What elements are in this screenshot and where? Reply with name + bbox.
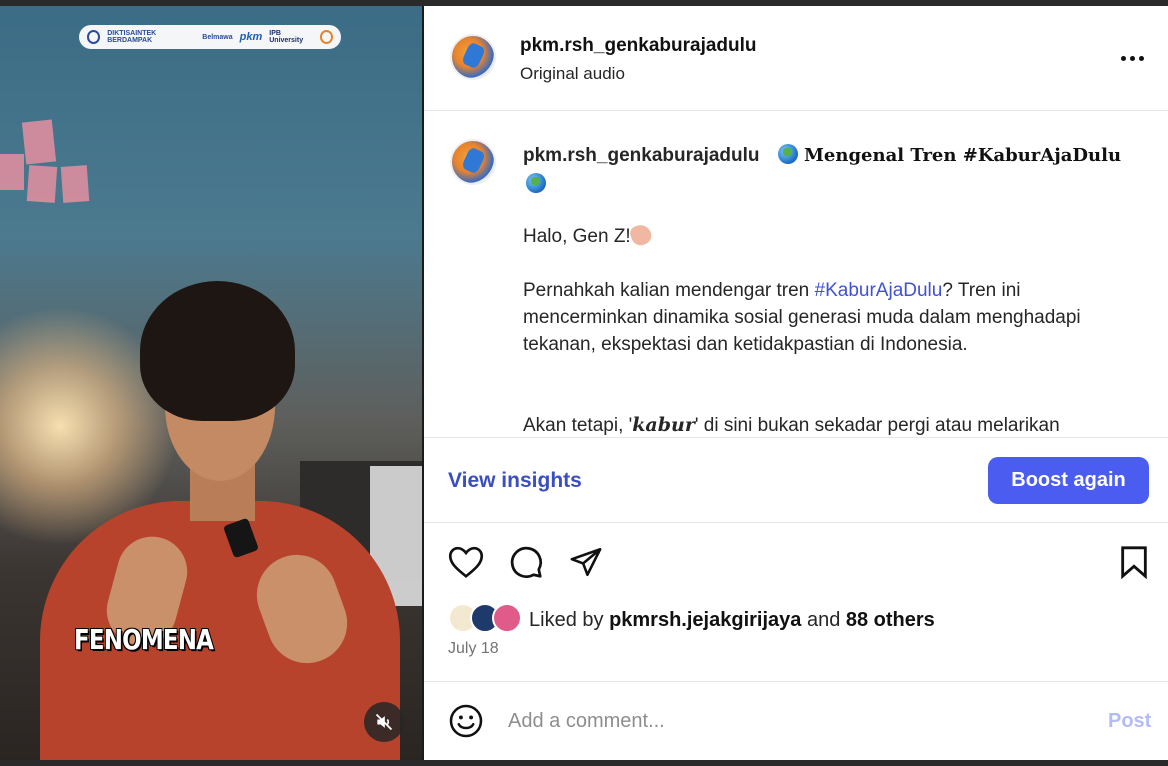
sticky-note (21, 119, 57, 165)
view-insights-link[interactable]: View insights (448, 469, 582, 493)
para2-text-end: ' di sini bukan sekadar pergi atau melar… (694, 415, 1060, 436)
caption-divider (424, 437, 1168, 438)
caption-author-username[interactable]: pkm.rsh_genkaburajadulu (523, 145, 760, 167)
comment-button[interactable] (506, 542, 546, 582)
liker-avatar (492, 603, 522, 633)
smiley-icon (449, 704, 483, 738)
liked-by-avatars[interactable] (448, 603, 526, 633)
person-hair (140, 281, 295, 421)
speaker-muted-icon (375, 713, 393, 731)
send-icon (570, 547, 602, 577)
para1-text: Pernahkah kalian mendengar tren (523, 280, 815, 301)
hashtag-link[interactable]: #KaburAjaDulu (815, 280, 943, 301)
post-date[interactable]: July 18 (448, 640, 499, 658)
logo-diktisaintek: DIKTISAINTEK BERDAMPAK (107, 30, 157, 44)
globe-emoji-icon (778, 144, 798, 164)
author-username[interactable]: pkm.rsh_genkaburajadulu (520, 35, 757, 57)
para2-text: Akan tetapi, ' (523, 415, 633, 436)
liked-by-text: Liked by pkmrsh.jejakgirijaya and 88 oth… (529, 609, 935, 632)
comment-input[interactable] (508, 706, 1068, 736)
mute-button[interactable] (364, 702, 404, 742)
liked-by-prefix: Liked by (529, 609, 610, 631)
logo-pkm: pkm (239, 31, 263, 43)
insights-divider (424, 522, 1168, 523)
comment-icon (510, 546, 542, 578)
save-button[interactable] (1114, 542, 1154, 582)
caption-title: Mengenal Tren #KaburAjaDulu (804, 145, 1122, 166)
sticky-note (60, 165, 90, 203)
logo-ipb: IPB University (269, 30, 304, 44)
more-options-button[interactable] (1118, 50, 1146, 66)
greeting-text: Halo, Gen Z! (523, 226, 631, 247)
logo-badge (87, 30, 101, 44)
post-details-panel: pkm.rsh_genkaburajadulu Original audio p… (424, 6, 1168, 760)
author-avatar[interactable] (450, 34, 496, 80)
caption-greeting: Halo, Gen Z! (523, 222, 1123, 250)
share-button[interactable] (566, 542, 606, 582)
sticky-note (26, 165, 58, 203)
emoji-button[interactable] (448, 703, 484, 739)
para2-emphasis: kabur (632, 414, 695, 436)
video-caption: FENOMENA (74, 623, 214, 656)
likes-others-link[interactable]: 88 others (846, 609, 935, 631)
comment-divider (424, 681, 1168, 682)
logo-badge (319, 30, 334, 44)
more-horizontal-icon (1120, 55, 1126, 61)
audio-label[interactable]: Original audio (520, 64, 625, 84)
backdrop-bottom (0, 760, 1168, 766)
liker-username[interactable]: pkmrsh.jejakgirijaya (609, 609, 801, 631)
logo-belmawa: Belmawa (202, 33, 233, 41)
like-button[interactable] (446, 542, 486, 582)
caption-scroll-area[interactable]: pkm.rsh_genkaburajadulu Mengenal Tren #K… (424, 111, 1168, 437)
post-modal: DIKTISAINTEK BERDAMPAK Belmawa pkm IPB U… (0, 0, 1168, 766)
post-comment-button[interactable]: Post (1108, 710, 1151, 733)
reel-video[interactable]: DIKTISAINTEK BERDAMPAK Belmawa pkm IPB U… (0, 6, 422, 760)
sponsor-logo-strip: DIKTISAINTEK BERDAMPAK Belmawa pkm IPB U… (79, 25, 341, 49)
caption-author-avatar[interactable] (450, 139, 496, 185)
boost-again-button[interactable]: Boost again (988, 457, 1149, 504)
liked-by-and: and (801, 609, 846, 631)
sticky-note (0, 154, 24, 190)
caption-paragraph-2: Akan tetapi, 'kabur' di sini bukan sekad… (523, 412, 1143, 437)
caption-paragraph-1: Pernahkah kalian mendengar tren #KaburAj… (523, 277, 1123, 358)
bookmark-icon (1121, 546, 1147, 579)
globe-emoji-icon (526, 173, 546, 193)
wave-emoji-icon (627, 222, 654, 248)
heart-icon (448, 546, 484, 578)
